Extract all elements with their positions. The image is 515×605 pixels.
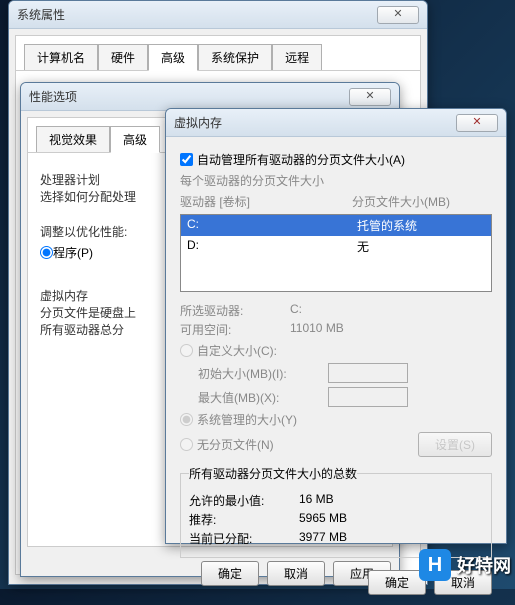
tab-remote[interactable]: 远程 <box>272 44 322 71</box>
tab-system-protection[interactable]: 系统保护 <box>198 44 272 71</box>
initial-size-label: 初始大小(MB)(I): <box>198 365 328 382</box>
system-managed-row: 系统管理的大小(Y) <box>180 411 492 428</box>
tab-computer-name[interactable]: 计算机名 <box>24 44 98 71</box>
logo-icon: H <box>419 549 451 581</box>
no-paging-row: 无分页文件(N) 设置(S) <box>180 432 492 457</box>
no-paging-label: 无分页文件(N) <box>197 436 418 453</box>
available-space-row: 可用空间: 11010 MB <box>180 321 492 338</box>
system-managed-radio <box>180 413 193 426</box>
each-drive-label: 每个驱动器的分页文件大小 <box>180 172 492 189</box>
max-size-input <box>328 387 408 407</box>
titlebar: 性能选项 ✕ <box>21 83 399 111</box>
tab-hardware[interactable]: 硬件 <box>98 44 148 71</box>
list-item[interactable]: D: 无 <box>181 236 491 257</box>
custom-size-label: 自定义大小(C): <box>197 342 277 359</box>
virtual-memory-window: 虚拟内存 ✕ 自动管理所有驱动器的分页文件大小(A) 每个驱动器的分页文件大小 … <box>165 108 507 544</box>
recommended-value: 5965 MB <box>299 511 347 528</box>
titlebar: 虚拟内存 ✕ <box>166 109 506 137</box>
selected-drive-value: C: <box>290 302 302 319</box>
list-item[interactable]: C: 托管的系统 <box>181 215 491 236</box>
available-space-value: 11010 MB <box>290 321 344 338</box>
close-icon[interactable]: ✕ <box>456 114 498 132</box>
auto-manage-checkbox[interactable] <box>180 153 193 166</box>
dialog-body: 自动管理所有驱动器的分页文件大小(A) 每个驱动器的分页文件大小 驱动器 [卷标… <box>166 137 506 605</box>
programs-label: 程序(P) <box>53 244 93 261</box>
drive-value: 无 <box>351 236 491 257</box>
auto-manage-label: 自动管理所有驱动器的分页文件大小(A) <box>197 151 405 168</box>
current-label: 当前已分配: <box>189 530 299 547</box>
min-row: 允许的最小值: 16 MB <box>189 492 483 509</box>
close-icon[interactable]: ✕ <box>377 6 419 24</box>
tab-advanced[interactable]: 高级 <box>148 44 198 71</box>
window-title: 虚拟内存 <box>174 114 456 131</box>
available-space-label: 可用空间: <box>180 321 290 338</box>
drive-list[interactable]: C: 托管的系统 D: 无 <box>180 214 492 292</box>
window-title: 系统属性 <box>17 6 377 23</box>
max-size-row: 最大值(MB)(X): <box>180 387 492 407</box>
drive-letter: D: <box>181 236 351 257</box>
watermark-logo: H 好特网 <box>419 549 511 581</box>
current-row: 当前已分配: 3977 MB <box>189 530 483 547</box>
system-managed-label: 系统管理的大小(Y) <box>197 411 297 428</box>
set-button: 设置(S) <box>418 432 492 457</box>
recommended-row: 推荐: 5965 MB <box>189 511 483 528</box>
no-paging-radio <box>180 438 193 451</box>
logo-text: 好特网 <box>457 552 511 578</box>
totals-group: 所有驱动器分页文件大小的总数 允许的最小值: 16 MB 推荐: 5965 MB… <box>180 465 492 558</box>
initial-size-row: 初始大小(MB)(I): <box>180 363 492 383</box>
tab-advanced[interactable]: 高级 <box>110 126 160 153</box>
custom-size-radio <box>180 344 193 357</box>
custom-size-row: 自定义大小(C): <box>180 342 492 359</box>
close-icon[interactable]: ✕ <box>349 88 391 106</box>
auto-manage-row: 自动管理所有驱动器的分页文件大小(A) <box>180 151 492 168</box>
recommended-label: 推荐: <box>189 511 299 528</box>
initial-size-input <box>328 363 408 383</box>
current-value: 3977 MB <box>299 530 347 547</box>
titlebar: 系统属性 ✕ <box>9 1 427 29</box>
programs-radio[interactable] <box>40 246 53 259</box>
selected-drive-label: 所选驱动器: <box>180 302 290 319</box>
col-size: 分页文件大小(MB) <box>352 193 492 210</box>
drive-value: 托管的系统 <box>351 215 491 236</box>
list-header-labels: 驱动器 [卷标] 分页文件大小(MB) <box>180 193 492 210</box>
window-title: 性能选项 <box>29 88 349 105</box>
tab-strip: 计算机名 硬件 高级 系统保护 远程 <box>15 35 421 70</box>
col-drive: 驱动器 [卷标] <box>180 193 352 210</box>
selected-drive-row: 所选驱动器: C: <box>180 302 492 319</box>
min-label: 允许的最小值: <box>189 492 299 509</box>
tab-visual-effects[interactable]: 视觉效果 <box>36 126 110 153</box>
max-size-label: 最大值(MB)(X): <box>198 389 328 406</box>
ok-button[interactable]: 确定 <box>368 570 426 595</box>
drive-letter: C: <box>181 215 351 236</box>
min-value: 16 MB <box>299 492 334 509</box>
totals-legend: 所有驱动器分页文件大小的总数 <box>189 465 357 482</box>
